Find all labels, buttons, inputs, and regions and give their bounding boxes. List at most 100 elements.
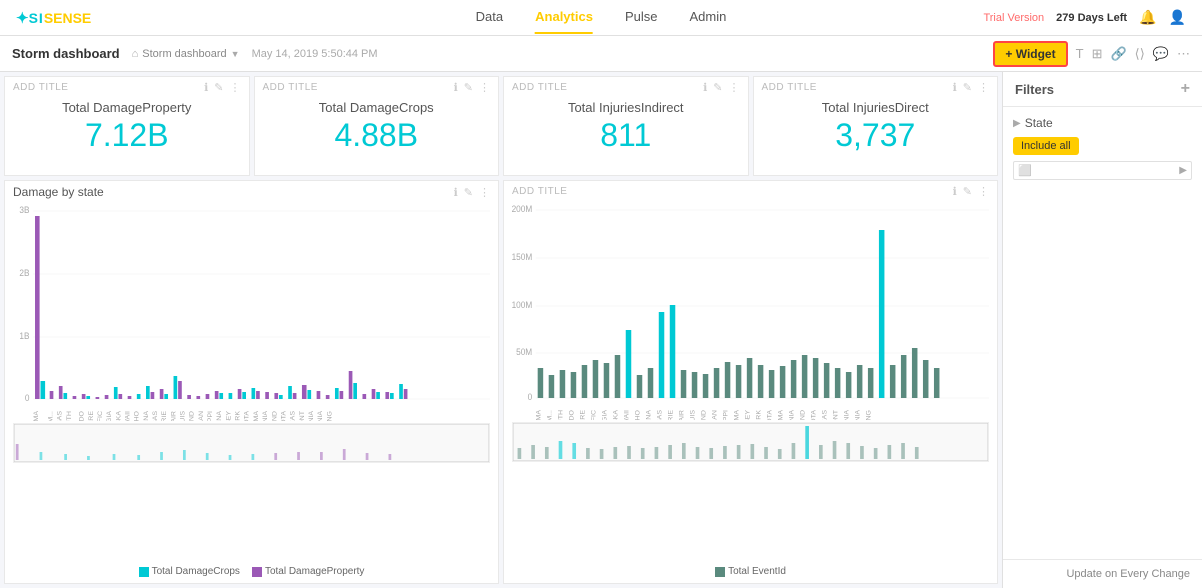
- svg-text:LAKE ST CLAIR: LAKE ST CLAIR: [679, 410, 686, 420]
- svg-text:GEORGIA: GEORGIA: [602, 409, 609, 420]
- info-icon[interactable]: ℹ: [953, 185, 957, 198]
- svg-text:LAKE ST LOUIS: LAKE ST LOUIS: [690, 409, 697, 420]
- chart-card-left: Damage by state ℹ ✎ ⋮ 3B 2B 1B 0: [4, 180, 499, 584]
- edit-icon[interactable]: ✎: [464, 81, 473, 94]
- svg-text:LAKE ERIE: LAKE ERIE: [668, 409, 675, 420]
- kpi-add-title-3: ADD TITLE: [762, 82, 817, 93]
- svg-text:NEW YORK: NEW YORK: [756, 409, 763, 420]
- legend-item-event: Total EventId: [715, 566, 786, 577]
- edit-icon[interactable]: ✎: [464, 186, 473, 199]
- svg-text:MONTANA: MONTANA: [216, 410, 223, 421]
- kpi-add-title-1: ADD TITLE: [263, 82, 318, 93]
- chevron-down-icon[interactable]: ▼: [231, 49, 240, 59]
- info-icon[interactable]: ℹ: [454, 81, 458, 94]
- legend-color-property: [252, 567, 262, 577]
- info-icon[interactable]: ℹ: [703, 81, 707, 94]
- chart-header-right: ADD TITLE ℹ ✎ ⋮: [512, 185, 989, 198]
- more-icon[interactable]: ⋮: [230, 81, 241, 94]
- link-icon[interactable]: 🔗: [1110, 46, 1126, 62]
- kpi-value-2: 811: [512, 119, 740, 151]
- svg-text:ATLANTIC SOUTH: ATLANTIC SOUTH: [66, 411, 73, 421]
- nav-tab-pulse[interactable]: Pulse: [625, 1, 658, 34]
- edit-icon[interactable]: ✎: [214, 81, 223, 94]
- svg-text:VIRGINIA: VIRGINIA: [844, 409, 851, 420]
- svg-text:E PACIFIC: E PACIFIC: [97, 411, 104, 421]
- chart-card-right: ADD TITLE ℹ ✎ ⋮ 200M 150M 100M 50M 0: [503, 180, 998, 584]
- info-icon[interactable]: ℹ: [204, 81, 208, 94]
- update-label: Update on Every Change: [1066, 568, 1190, 580]
- more-icon[interactable]: ⋯: [1177, 46, 1190, 62]
- bar-chart-left: 3B 2B 1B 0: [13, 201, 490, 421]
- dashboard-bar: Storm dashboard ⌂ Storm dashboard ▼ May …: [0, 36, 1202, 72]
- dash-toolbar: + Widget T ⊞ 🔗 ⟨⟩ 💬 ⋯: [993, 41, 1190, 67]
- user-icon[interactable]: 👤: [1169, 9, 1186, 26]
- add-filter-icon[interactable]: +: [1181, 80, 1190, 98]
- edit-icon[interactable]: ✎: [963, 185, 972, 198]
- nav-tab-admin[interactable]: Admin: [689, 1, 726, 34]
- chart-minimap-left[interactable]: [13, 423, 490, 463]
- kpi-header-1: ADD TITLE ℹ ✎ ⋮: [263, 81, 491, 94]
- svg-text:VERMONT: VERMONT: [299, 411, 306, 421]
- chevron-right-icon: ▶: [1013, 118, 1021, 129]
- nav-tab-data[interactable]: Data: [476, 1, 503, 34]
- add-widget-button[interactable]: + Widget: [993, 41, 1067, 67]
- kpi-icons-1: ℹ ✎ ⋮: [454, 81, 490, 94]
- svg-text:PENNSYLVANIA: PENNSYLVANIA: [262, 410, 269, 421]
- filter-input-row: ⬜ ▶: [1013, 161, 1192, 180]
- svg-text:100M: 100M: [512, 300, 532, 310]
- bell-icon[interactable]: 🔔: [1139, 9, 1156, 26]
- svg-text:WEST VIRGINIA: WEST VIRGINIA: [317, 410, 324, 421]
- svg-text:E PACIFIC: E PACIFIC: [591, 410, 598, 420]
- chart-add-title-right: ADD TITLE: [512, 186, 567, 197]
- trial-label: Trial Version: [983, 12, 1044, 24]
- filter-row-state[interactable]: ▶ State: [1013, 113, 1192, 133]
- share-icon[interactable]: ⟨⟩: [1135, 46, 1145, 62]
- more-icon[interactable]: ⋮: [479, 186, 490, 199]
- info-icon[interactable]: ℹ: [953, 81, 957, 94]
- svg-text:COLORADO: COLORADO: [79, 411, 86, 421]
- svg-text:MISSISSIPPI: MISSISSIPPI: [723, 410, 730, 420]
- more-icon[interactable]: ⋮: [479, 81, 490, 94]
- text-icon[interactable]: T: [1076, 46, 1084, 61]
- logo: ✦ SISENSE: [16, 9, 91, 27]
- svg-text:SOUTH DAKOTA: SOUTH DAKOTA: [811, 409, 818, 420]
- svg-text:GULF OF ALASKA: GULF OF ALASKA: [613, 409, 620, 420]
- dashboard-date: May 14, 2019 5:50:44 PM: [252, 48, 378, 60]
- kpi-header-2: ADD TITLE ℹ ✎ ⋮: [512, 81, 740, 94]
- filter-state-label: State: [1025, 116, 1053, 130]
- legend-label-crops: Total DamageCrops: [152, 566, 240, 577]
- chart-minimap-right[interactable]: [512, 422, 989, 462]
- more-icon[interactable]: ⋮: [978, 81, 989, 94]
- filters-header: Filters +: [1003, 72, 1202, 107]
- top-navigation: ✦ SISENSE Data Analytics Pulse Admin Tri…: [0, 0, 1202, 36]
- svg-text:OKLAHOMA: OKLAHOMA: [253, 410, 260, 421]
- nav-right: Trial Version 279 Days Left 🔔 👤: [983, 9, 1186, 26]
- logo-icon: ✦: [16, 9, 29, 27]
- filter-arrow-icon[interactable]: ▶: [1179, 165, 1187, 176]
- include-all-button[interactable]: Include all: [1013, 137, 1079, 155]
- comment-icon[interactable]: 💬: [1153, 46, 1169, 62]
- kpi-icons-0: ℹ ✎ ⋮: [204, 81, 240, 94]
- chart-row: Damage by state ℹ ✎ ⋮ 3B 2B 1B 0: [4, 180, 998, 584]
- kpi-card-2: ADD TITLE ℹ ✎ ⋮ Total InjuriesIndirect 8…: [503, 76, 749, 176]
- svg-text:DELAWARE: DELAWARE: [580, 409, 587, 420]
- nav-tab-analytics[interactable]: Analytics: [535, 1, 593, 34]
- edit-icon[interactable]: ✎: [963, 81, 972, 94]
- chart-icons-right: ℹ ✎ ⋮: [953, 185, 989, 198]
- dashboard-area: ADD TITLE ℹ ✎ ⋮ Total DamageProperty 7.1…: [0, 72, 1002, 588]
- svg-text:150M: 150M: [512, 252, 532, 262]
- svg-text:INDIANA: INDIANA: [143, 410, 150, 421]
- svg-text:NORT DAKOTA: NORT DAKOTA: [767, 409, 774, 420]
- bar-chart-right: 200M 150M 100M 50M 0: [512, 200, 989, 420]
- edit-icon[interactable]: ✎: [713, 81, 722, 94]
- svg-text:AMERICAN SAM...: AMERICAN SAM...: [547, 410, 554, 420]
- svg-text:KANSAS: KANSAS: [152, 410, 159, 421]
- more-icon[interactable]: ⋮: [978, 185, 989, 198]
- more-icon[interactable]: ⋮: [729, 81, 740, 94]
- svg-text:OKLAHOMA: OKLAHOMA: [778, 409, 785, 420]
- kpi-label-1: Total DamageCrops: [263, 100, 491, 115]
- grid-icon[interactable]: ⊞: [1092, 46, 1103, 62]
- svg-text:MARYLAND: MARYLAND: [701, 410, 708, 420]
- info-icon[interactable]: ℹ: [454, 186, 458, 199]
- main-layout: ADD TITLE ℹ ✎ ⋮ Total DamageProperty 7.1…: [0, 72, 1202, 588]
